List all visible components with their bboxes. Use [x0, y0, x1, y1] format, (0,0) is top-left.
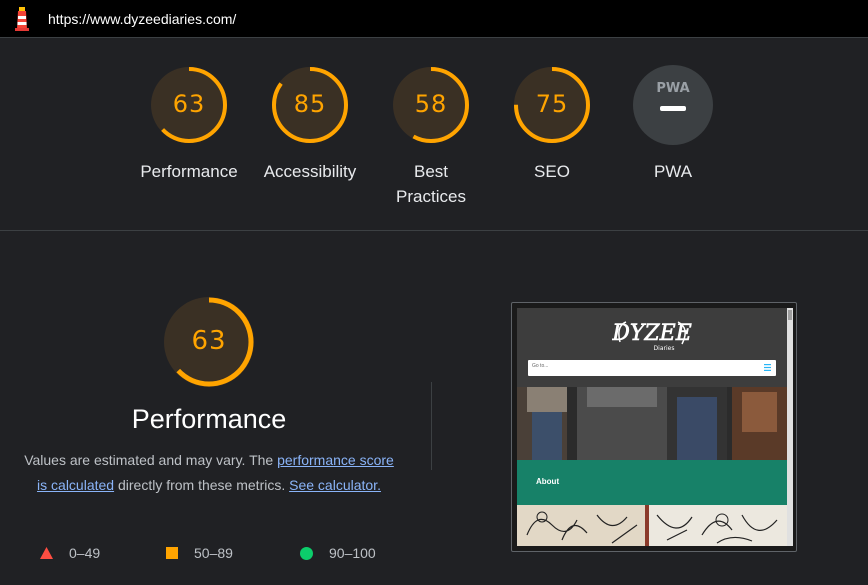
svg-text:Diaries: Diaries — [654, 345, 675, 352]
site-header: DYZEE Diaries Go to... — [517, 308, 787, 387]
gauge-best-practices[interactable]: 58 Best Practices — [376, 63, 486, 209]
desc-text: Values are estimated and may vary. The — [24, 452, 278, 468]
site-about-text: About — [536, 477, 560, 486]
legend-pass: 90–100 — [300, 545, 376, 561]
gauge-label: PWA — [653, 162, 693, 181]
see-calculator-link[interactable]: See calculator. — [289, 477, 381, 493]
legend-label: 50–89 — [194, 545, 233, 561]
gauge-score: 63 — [172, 90, 206, 118]
divider — [431, 382, 432, 470]
performance-title: Performance — [131, 404, 287, 434]
pwa-badge-icon: PWA — [633, 65, 713, 145]
scrollbar-thumb — [788, 310, 792, 320]
gauge-label: Performance — [140, 162, 238, 181]
category-gauges: 63 Performance 85 Accessibility 58 Best P… — [0, 39, 868, 231]
top-bar: https://www.dyzeediaries.com/ — [0, 0, 868, 38]
hamburger-icon — [764, 364, 771, 371]
performance-description: Values are estimated and may vary. The p… — [24, 448, 394, 498]
circle-icon — [300, 546, 313, 560]
triangle-icon — [40, 547, 53, 559]
site-search-bar: Go to... — [528, 360, 776, 376]
site-search-placeholder: Go to... — [532, 363, 549, 369]
legend-label: 90–100 — [329, 545, 376, 561]
desc-text: directly from these metrics. — [114, 477, 290, 493]
svg-text:DYZEE: DYZEE — [612, 321, 692, 346]
gauge-score: 85 — [293, 90, 327, 118]
gauge-score: 75 — [535, 90, 569, 118]
site-hero-photo — [517, 387, 787, 460]
square-icon — [166, 547, 178, 559]
performance-score: 63 — [191, 326, 227, 356]
gauge-accessibility[interactable]: 85 Accessibility — [255, 63, 365, 184]
site-logo: DYZEE Diaries — [612, 321, 692, 352]
gauge-label: SEO — [534, 162, 570, 181]
final-screenshot[interactable]: DYZEE Diaries Go to... About — [511, 302, 797, 552]
legend-average: 50–89 — [166, 545, 233, 561]
gauge-label: Accessibility — [263, 162, 357, 181]
screenshot-scrollbar — [787, 308, 793, 546]
gauge-pwa[interactable]: PWA PWA — [618, 63, 728, 184]
gauge-label: Best Practices — [396, 162, 466, 206]
screenshot-viewport: DYZEE Diaries Go to... About — [517, 308, 793, 546]
gauge-performance[interactable]: 63 Performance — [134, 63, 244, 184]
site-about-banner: About — [517, 460, 787, 505]
performance-section: 63 Performance Values are estimated and … — [0, 232, 868, 585]
legend-fail: 0–49 — [40, 545, 100, 561]
page-url: https://www.dyzeediaries.com/ — [48, 10, 237, 27]
site-sketch-image — [517, 505, 787, 546]
gauge-score: 58 — [414, 90, 448, 118]
gauge-seo[interactable]: 75 SEO — [497, 63, 607, 184]
lighthouse-icon — [12, 6, 32, 31]
legend-label: 0–49 — [69, 545, 101, 561]
pwa-badge-text: PWA — [656, 81, 689, 96]
